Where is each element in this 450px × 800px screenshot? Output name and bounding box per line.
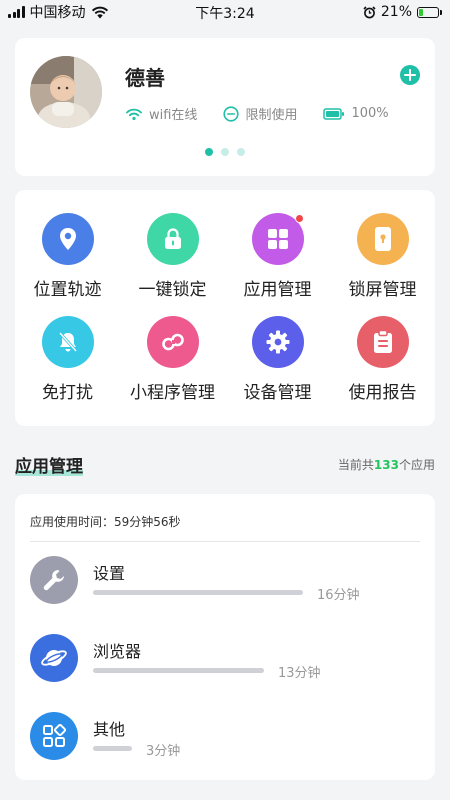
device-profile-card[interactable]: 德善 wifi在线 限制使用 100%	[15, 38, 435, 176]
device-name: 德善	[125, 66, 165, 90]
status-bar: 中国移动 下午3:24 21%	[0, 0, 450, 24]
app-name: 浏览器	[93, 642, 142, 661]
usage-bar	[93, 746, 132, 751]
feature-device-management[interactable]: 设备管理	[225, 316, 330, 403]
wifi-status-label: wifi在线	[149, 108, 198, 123]
battery-icon	[417, 6, 442, 18]
minus-circle-icon	[223, 105, 240, 122]
location-pin-icon	[41, 213, 94, 265]
usage-total-time: 应用使用时间：59分钟56秒	[30, 515, 181, 529]
feature-label: 免打扰	[42, 383, 93, 403]
section-title: 应用管理	[15, 456, 83, 477]
feature-one-key-lock[interactable]: 一键锁定	[120, 213, 225, 300]
feature-location-track[interactable]: 位置轨迹	[15, 213, 120, 300]
app-count-suffix: 个应用	[398, 457, 435, 472]
app-count-number: 133	[373, 457, 399, 472]
restriction-status: 限制使用	[223, 104, 297, 123]
feature-label: 位置轨迹	[33, 280, 102, 300]
feature-usage-report[interactable]: 使用报告	[330, 316, 435, 403]
usage-bar-track	[93, 668, 303, 673]
alarm-icon	[363, 5, 376, 18]
usage-bar-track	[93, 746, 303, 751]
avatar[interactable]	[30, 56, 102, 128]
device-battery-status: 100%	[323, 106, 389, 121]
feature-label: 小程序管理	[130, 383, 215, 403]
usage-bar	[93, 668, 264, 673]
feature-label: 应用管理	[243, 280, 312, 300]
app-name: 其他	[93, 720, 126, 739]
app-count: 当前共133个应用	[338, 456, 435, 473]
carrier-label: 中国移动	[29, 5, 86, 21]
app-name: 设置	[93, 564, 126, 583]
section-title-wrap: 应用管理	[15, 452, 83, 477]
app-usage-card: 应用使用时间：59分钟56秒 设置 16分钟 浏览器 13分钟 其他 3分钟	[15, 494, 435, 780]
page-indicator	[15, 148, 435, 156]
clipboard-icon	[356, 316, 409, 368]
usage-bar-track	[93, 590, 303, 595]
notification-badge	[294, 214, 304, 223]
add-device-button[interactable]	[400, 65, 420, 85]
divider	[30, 541, 420, 542]
feature-label: 使用报告	[348, 383, 417, 403]
app-usage-row[interactable]: 设置 16分钟	[30, 556, 420, 606]
app-count-prefix: 当前共	[337, 457, 374, 472]
planet-icon	[30, 634, 78, 682]
battery-percent: 21%	[380, 4, 412, 20]
signal-icon	[8, 6, 25, 18]
feature-app-management[interactable]: 应用管理	[225, 213, 330, 300]
wifi-status: wifi在线	[125, 104, 197, 123]
page-dot[interactable]	[221, 148, 229, 156]
app-section-header: 应用管理 当前共133个应用	[15, 450, 435, 478]
app-usage-row[interactable]: 浏览器 13分钟	[30, 634, 420, 684]
restriction-status-label: 限制使用	[245, 108, 298, 123]
plus-icon	[404, 69, 416, 81]
mini-program-icon	[146, 316, 199, 368]
battery-icon	[323, 107, 345, 120]
feature-label: 一键锁定	[138, 280, 207, 300]
app-usage-row[interactable]: 其他 3分钟	[30, 712, 420, 762]
bell-off-icon	[41, 316, 94, 368]
page-dot[interactable]	[205, 148, 213, 156]
wifi-icon	[126, 108, 142, 120]
app-duration: 16分钟	[317, 588, 360, 603]
feature-grid-card: 位置轨迹 一键锁定 应用管理 锁屏管理 免打扰 小程序管理 设备管理 使用报告	[15, 190, 435, 426]
device-battery-label: 100%	[351, 106, 389, 121]
apps-other-icon	[30, 712, 78, 760]
feature-label: 锁屏管理	[348, 280, 417, 300]
lock-icon	[146, 213, 199, 265]
apps-grid-icon	[251, 213, 304, 265]
page-dot[interactable]	[237, 148, 245, 156]
wrench-icon	[30, 556, 78, 604]
gear-icon	[251, 316, 304, 368]
wifi-icon	[91, 6, 108, 18]
phone-lock-icon	[356, 213, 409, 265]
feature-mini-program-management[interactable]: 小程序管理	[120, 316, 225, 403]
feature-lock-screen-management[interactable]: 锁屏管理	[330, 213, 435, 300]
usage-bar	[93, 590, 303, 595]
app-duration: 3分钟	[146, 744, 181, 759]
feature-label: 设备管理	[243, 383, 312, 403]
app-duration: 13分钟	[278, 666, 321, 681]
feature-do-not-disturb[interactable]: 免打扰	[15, 316, 120, 403]
